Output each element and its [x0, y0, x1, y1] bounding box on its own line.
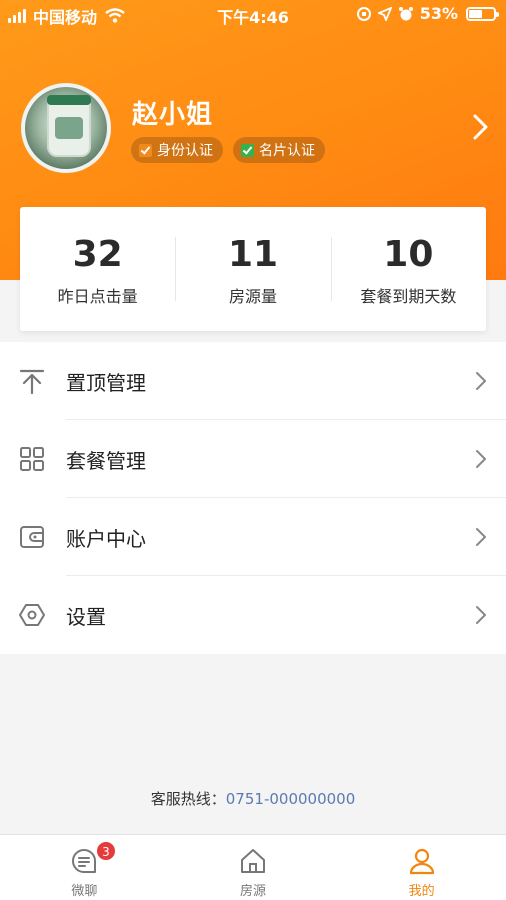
- settings-hexagon-icon: [19, 604, 45, 626]
- tab-listings[interactable]: 房源: [169, 835, 338, 900]
- badge-label: 身份认证: [157, 143, 213, 159]
- menu-item-settings[interactable]: 设置: [0, 576, 506, 654]
- stat-yesterday-clicks[interactable]: 32 昨日点击量: [20, 207, 175, 331]
- grid-icon: [20, 447, 44, 471]
- avatar-photo: [47, 95, 91, 157]
- tab-chat[interactable]: 3 微聊: [0, 835, 169, 900]
- user-name: 赵小姐: [132, 100, 214, 130]
- stats-card: 32 昨日点击量 11 房源量 10 套餐到期天数: [20, 207, 486, 331]
- battery-icon: [466, 6, 499, 21]
- stat-listings-count[interactable]: 11 房源量: [175, 207, 330, 331]
- chevron-right-icon: [476, 528, 486, 546]
- tab-label: 微聊: [71, 884, 98, 899]
- stat-package-days-left[interactable]: 10 套餐到期天数: [330, 207, 486, 331]
- home-icon: [241, 849, 265, 873]
- chevron-right-icon: [476, 450, 486, 468]
- hotline-number[interactable]: 0751-000000000: [226, 790, 355, 808]
- pin-top-icon: [19, 369, 45, 394]
- chevron-right-icon: [476, 372, 486, 390]
- stat-value: 10: [383, 234, 434, 275]
- stat-label: 套餐到期天数: [360, 287, 457, 306]
- profile-icon: [409, 848, 434, 875]
- tab-mine[interactable]: 我的: [337, 835, 506, 900]
- menu-item-pin-management[interactable]: 置顶管理: [0, 342, 506, 420]
- alarm-icon: [398, 6, 413, 20]
- wallet-icon: [20, 526, 44, 548]
- badge-label: 名片认证: [259, 143, 315, 159]
- battery-percent: 53%: [419, 4, 458, 23]
- menu-item-label: 置顶管理: [66, 370, 146, 395]
- menu-item-label: 账户中心: [66, 526, 146, 551]
- status-bar: 中国移动 下午4:46 53%: [0, 0, 506, 30]
- location-icon: [377, 6, 392, 21]
- menu-item-label: 套餐管理: [66, 448, 146, 473]
- hotline-label: 客服热线：: [150, 790, 226, 808]
- stat-label: 房源量: [228, 287, 277, 306]
- menu-item-account-center[interactable]: 账户中心: [0, 498, 506, 576]
- chevron-right-icon[interactable]: [468, 112, 492, 142]
- stat-value: 32: [72, 234, 123, 275]
- identity-verified-badge: 身份认证: [131, 137, 223, 163]
- tab-bar: 3 微聊 房源 我的: [0, 834, 506, 900]
- verification-badges: 身份认证 名片认证: [131, 137, 325, 163]
- rotation-lock-icon: [356, 6, 371, 21]
- card-verified-badge: 名片认证: [233, 137, 325, 163]
- tab-label: 我的: [408, 884, 435, 899]
- chat-icon: [72, 849, 97, 873]
- unread-badge: 3: [96, 841, 116, 861]
- stat-label: 昨日点击量: [57, 287, 138, 306]
- avatar[interactable]: [21, 83, 111, 173]
- menu-item-label: 设置: [66, 604, 106, 629]
- chevron-right-icon: [476, 606, 486, 624]
- tab-label: 房源: [240, 884, 267, 899]
- stat-value: 11: [227, 234, 279, 275]
- menu-list: 置顶管理 套餐管理 账户中心 设置: [0, 342, 506, 654]
- menu-item-package-management[interactable]: 套餐管理: [0, 420, 506, 498]
- check-icon: [139, 143, 152, 157]
- customer-service-hotline: 客服热线：0751-000000000: [0, 788, 506, 809]
- check-icon: [241, 143, 254, 157]
